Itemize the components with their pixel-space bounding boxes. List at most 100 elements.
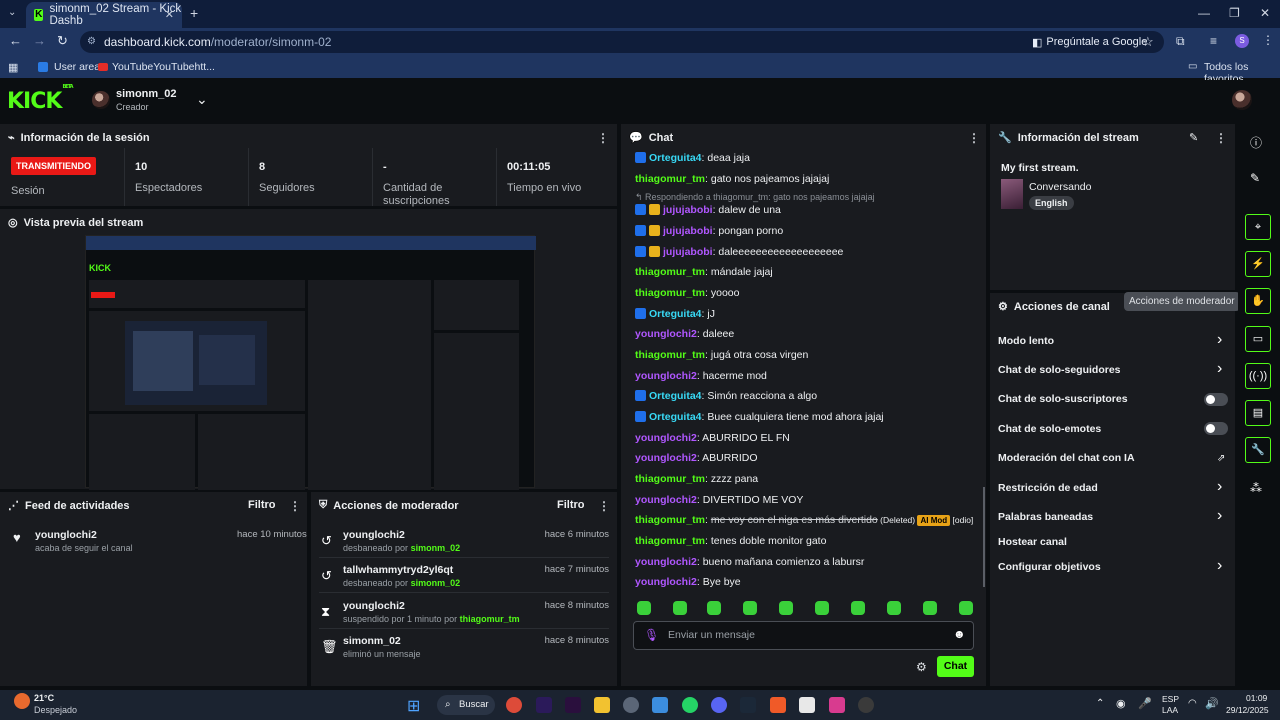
- chevron-right-icon[interactable]: ›: [1217, 478, 1222, 496]
- obs-app-icon[interactable]: [858, 697, 874, 713]
- weather-temp[interactable]: 21°C: [34, 693, 54, 703]
- emote-button[interactable]: [851, 601, 865, 615]
- mod-action-by[interactable]: thiagomur_tm: [460, 614, 520, 624]
- lightning-widget-button[interactable]: ⚡: [1245, 251, 1271, 277]
- close-window-icon[interactable]: ✕: [1260, 6, 1270, 20]
- mod-action-user[interactable]: tallwhammytryd2yl6qt: [343, 564, 453, 576]
- bookmark-youtube[interactable]: YouTubeYouTubehtt...: [112, 61, 215, 73]
- chat-username[interactable]: thiagomur_tm: [635, 266, 705, 278]
- media-control-icon[interactable]: ≡: [1210, 34, 1217, 48]
- chat-username[interactable]: younglochi2: [635, 328, 697, 340]
- close-tab-icon[interactable]: ✕: [165, 8, 174, 21]
- minimize-icon[interactable]: —: [1198, 6, 1210, 20]
- chat-username[interactable]: jujujabobi: [663, 246, 713, 258]
- profile-avatar[interactable]: S: [1235, 34, 1249, 48]
- restore-icon[interactable]: ❐: [1229, 6, 1240, 20]
- chat-username[interactable]: younglochi2: [635, 556, 697, 568]
- mod-actions-widget-button[interactable]: ✋: [1245, 288, 1271, 314]
- edit-pencil-icon[interactable]: ✎: [1189, 131, 1198, 144]
- emote-button[interactable]: [887, 601, 901, 615]
- mod-action-user[interactable]: younglochi2: [343, 529, 405, 541]
- chevron-right-icon[interactable]: ›: [1217, 507, 1222, 525]
- kick-logo[interactable]: KICKBETA: [7, 84, 74, 114]
- new-tab-icon[interactable]: +: [190, 5, 198, 21]
- user-menu-avatar[interactable]: [1232, 90, 1252, 110]
- emoji-picker-icon[interactable]: ☻: [953, 627, 966, 641]
- activity-menu-icon[interactable]: ⋮: [289, 499, 301, 513]
- tray-overflow-icon[interactable]: ⌃: [1096, 698, 1104, 709]
- emote-button[interactable]: [779, 601, 793, 615]
- action-banned-words[interactable]: Palabras baneadas: [998, 511, 1093, 523]
- channel-switch-chevron-icon[interactable]: ⌄: [196, 91, 208, 108]
- emote-button[interactable]: [923, 601, 937, 615]
- bookmark-star-icon[interactable]: ☆: [1142, 34, 1154, 50]
- chat-username[interactable]: younglochi2: [635, 576, 697, 588]
- url-input[interactable]: dashboard.kick.com/moderator/simonm-02: [80, 31, 1164, 53]
- keyboard-lang[interactable]: ESP: [1162, 694, 1179, 704]
- microphone-icon[interactable]: 🎙: [644, 628, 659, 642]
- chrome-app-icon[interactable]: [506, 697, 522, 713]
- browser-tab[interactable]: K simonm_02 Stream - Kick Dashb ✕: [26, 2, 182, 28]
- action-followers-only[interactable]: Chat de solo-seguidores: [998, 364, 1121, 376]
- chat-send-button[interactable]: Chat: [937, 656, 974, 677]
- mod-menu-icon[interactable]: ⋮: [598, 499, 610, 513]
- extensions-icon[interactable]: ⧉: [1176, 34, 1185, 49]
- tools-widget-button[interactable]: 🔧: [1245, 437, 1271, 463]
- weather-icon[interactable]: [14, 693, 30, 709]
- stream-category[interactable]: Conversando: [1029, 181, 1091, 193]
- discord-app-icon[interactable]: [711, 697, 727, 713]
- clock-time[interactable]: 01:09: [1246, 693, 1267, 703]
- notepad-app-icon[interactable]: [652, 697, 668, 713]
- whatsapp-app-icon[interactable]: [682, 697, 698, 713]
- stream-info-menu-icon[interactable]: ⋮: [1215, 131, 1227, 145]
- chat-username[interactable]: jujujabobi: [663, 204, 713, 216]
- chat-input-box[interactable]: 🎙 Enviar un mensaje ☻: [633, 621, 974, 650]
- chevron-right-icon[interactable]: ›: [1217, 557, 1222, 575]
- tab-list-icon[interactable]: ⌄: [8, 7, 16, 18]
- activity-filter-button[interactable]: Filtro: [248, 499, 276, 511]
- premiere-app-icon[interactable]: [565, 697, 581, 713]
- wifi-icon[interactable]: ◠: [1188, 698, 1197, 709]
- emote-button[interactable]: [815, 601, 829, 615]
- tray-mic-icon[interactable]: 🎤: [1138, 697, 1152, 710]
- add-widget-icon[interactable]: ⁂: [1250, 481, 1262, 495]
- chevron-right-icon[interactable]: ›: [1217, 360, 1222, 378]
- chat-menu-icon[interactable]: ⋮: [968, 131, 980, 145]
- action-configure-goals[interactable]: Configurar objetivos: [998, 561, 1101, 573]
- browser-menu-icon[interactable]: ⋮: [1262, 33, 1274, 47]
- mod-action-by[interactable]: simonm_02: [411, 543, 461, 553]
- chat-widget-button[interactable]: ▭: [1245, 326, 1271, 352]
- chat-username[interactable]: thiagomur_tm: [635, 349, 705, 361]
- subscribers-only-toggle[interactable]: [1204, 393, 1228, 406]
- instagram-app-icon[interactable]: [829, 697, 845, 713]
- chat-username[interactable]: younglochi2: [635, 494, 697, 506]
- chat-settings-gear-icon[interactable]: ⚙: [916, 660, 927, 674]
- mod-filter-button[interactable]: Filtro: [557, 499, 585, 511]
- info-icon[interactable]: ⓘ: [1250, 134, 1262, 151]
- settings-app-icon[interactable]: [623, 697, 639, 713]
- bookmark-user-area[interactable]: User area: [54, 61, 100, 73]
- taskbar-search[interactable]: ⌕ Buscar: [437, 695, 495, 715]
- chat-username[interactable]: younglochi2: [635, 370, 697, 382]
- apps-grid-icon[interactable]: ▦: [8, 61, 18, 74]
- chat-username[interactable]: thiagomur_tm: [635, 287, 705, 299]
- chat-username[interactable]: thiagomur_tm: [635, 514, 705, 526]
- emote-button[interactable]: [707, 601, 721, 615]
- emote-button[interactable]: [673, 601, 687, 615]
- tray-app-icon[interactable]: ◉: [1116, 697, 1126, 710]
- chat-username[interactable]: jujujabobi: [663, 225, 713, 237]
- reload-icon[interactable]: ↻: [57, 33, 68, 49]
- session-menu-icon[interactable]: ⋮: [597, 131, 609, 145]
- chat-username[interactable]: younglochi2: [635, 452, 697, 464]
- steam-app-icon[interactable]: [740, 697, 756, 713]
- app-icon[interactable]: [770, 697, 786, 713]
- emote-button[interactable]: [637, 601, 651, 615]
- external-link-icon[interactable]: ⇗: [1217, 453, 1225, 464]
- volume-icon[interactable]: 🔊: [1205, 697, 1219, 710]
- chat-username[interactable]: thiagomur_tm: [635, 535, 705, 547]
- chat-username[interactable]: Orteguita4: [649, 308, 702, 320]
- windows-start-icon[interactable]: ⊞: [407, 696, 420, 716]
- broadcast-widget-button[interactable]: ((·)): [1245, 363, 1271, 389]
- channel-name[interactable]: simonm_02: [116, 88, 177, 100]
- mod-action-user[interactable]: simonm_02: [343, 635, 401, 647]
